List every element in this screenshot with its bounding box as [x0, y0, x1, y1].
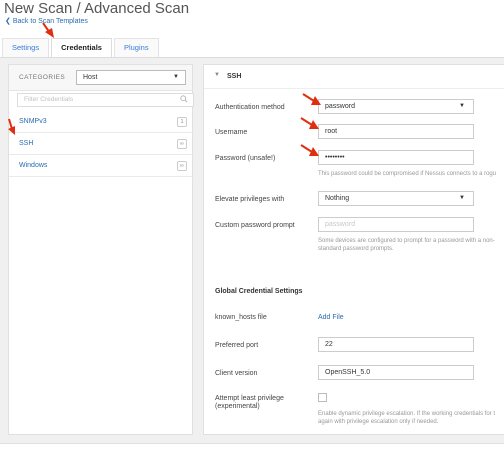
elevate-value: Nothing: [325, 195, 350, 202]
caret-down-icon: ▼: [459, 103, 465, 109]
page-title: New Scan / Advanced Scan: [4, 0, 190, 17]
credential-item-ssh[interactable]: SSH ∞: [9, 133, 194, 155]
chevron-left-icon: ❮: [5, 18, 11, 25]
red-arrow-annotation: [8, 118, 15, 135]
preferred-port-field[interactable]: 22: [318, 337, 474, 352]
chevron-down-icon: ▼: [214, 72, 220, 78]
least-privilege-label-2: (experimental): [215, 403, 260, 410]
least-privilege-label-1: Attempt least privilege: [215, 395, 284, 402]
auth-method-label: Authentication method: [215, 104, 285, 111]
credential-count-badge: ∞: [177, 161, 187, 171]
elevate-select[interactable]: Nothing ▼: [318, 191, 474, 206]
ssh-section-title: SSH: [227, 73, 242, 80]
tab-settings[interactable]: Settings: [2, 38, 50, 57]
credential-item-snmpv3[interactable]: SNMPv3 1: [9, 111, 194, 133]
credential-list: SNMPv3 1 SSH ∞ Windows ∞: [9, 111, 194, 177]
credential-categories-panel: CATEGORIES Host ▼ Filter Credentials SNM…: [8, 64, 194, 435]
password-field[interactable]: ••••••••: [318, 150, 474, 165]
categories-bar: CATEGORIES Host ▼: [9, 65, 192, 91]
filter-placeholder: Filter Credentials: [24, 96, 74, 103]
category-select-value: Host: [83, 74, 98, 81]
categories-label: CATEGORIES: [19, 74, 66, 81]
red-arrow-annotation: [302, 93, 321, 105]
custom-prompt-hint-2: standard password prompts.: [318, 246, 394, 252]
caret-down-icon: ▼: [459, 195, 465, 201]
auth-method-select[interactable]: password ▼: [318, 99, 474, 114]
username-label: Username: [215, 129, 248, 136]
tab-bar: Settings Credentials Plugins: [2, 38, 161, 57]
custom-prompt-label: Custom password prompt: [215, 222, 295, 229]
tab-credentials[interactable]: Credentials: [51, 38, 112, 57]
credential-label: Windows: [19, 162, 48, 169]
search-icon: [180, 95, 188, 103]
credential-label: SNMPv3: [19, 118, 47, 125]
caret-down-icon: ▼: [173, 74, 179, 80]
auth-method-value: password: [325, 103, 355, 110]
tab-plugins[interactable]: Plugins: [113, 38, 159, 57]
elevate-label: Elevate privileges with: [215, 196, 285, 203]
client-version-label: Client version: [215, 370, 258, 377]
password-hint: This password could be compromised if Ne…: [318, 171, 497, 177]
global-settings-title: Global Credential Settings: [215, 288, 303, 295]
red-arrow-annotation: [300, 117, 319, 129]
known-hosts-label: known_hosts file: [215, 314, 267, 321]
ssh-settings-panel: ▼ SSH Authentication method password ▼ U…: [203, 64, 504, 435]
red-arrow-annotation: [42, 22, 54, 38]
credential-item-windows[interactable]: Windows ∞: [9, 155, 194, 177]
least-privilege-checkbox[interactable]: [318, 393, 327, 402]
preferred-port-label: Preferred port: [215, 342, 259, 349]
username-field[interactable]: root: [318, 124, 474, 139]
least-privilege-hint-2: again with privilege escalation only if …: [318, 419, 439, 425]
category-select[interactable]: Host ▼: [76, 70, 186, 85]
filter-credentials-input[interactable]: Filter Credentials: [17, 93, 194, 107]
add-file-link[interactable]: Add File: [318, 314, 344, 321]
credential-label: SSH: [19, 140, 34, 147]
credential-count-badge: ∞: [177, 139, 187, 149]
custom-prompt-field[interactable]: password: [318, 217, 474, 232]
password-label: Password (unsafe!): [215, 155, 276, 162]
credential-count-badge: 1: [177, 117, 187, 127]
red-arrow-annotation: [300, 144, 319, 156]
bottom-divider: [0, 443, 504, 444]
client-version-field[interactable]: OpenSSH_5.0: [318, 365, 474, 380]
ssh-section-header[interactable]: ▼ SSH: [204, 65, 504, 89]
